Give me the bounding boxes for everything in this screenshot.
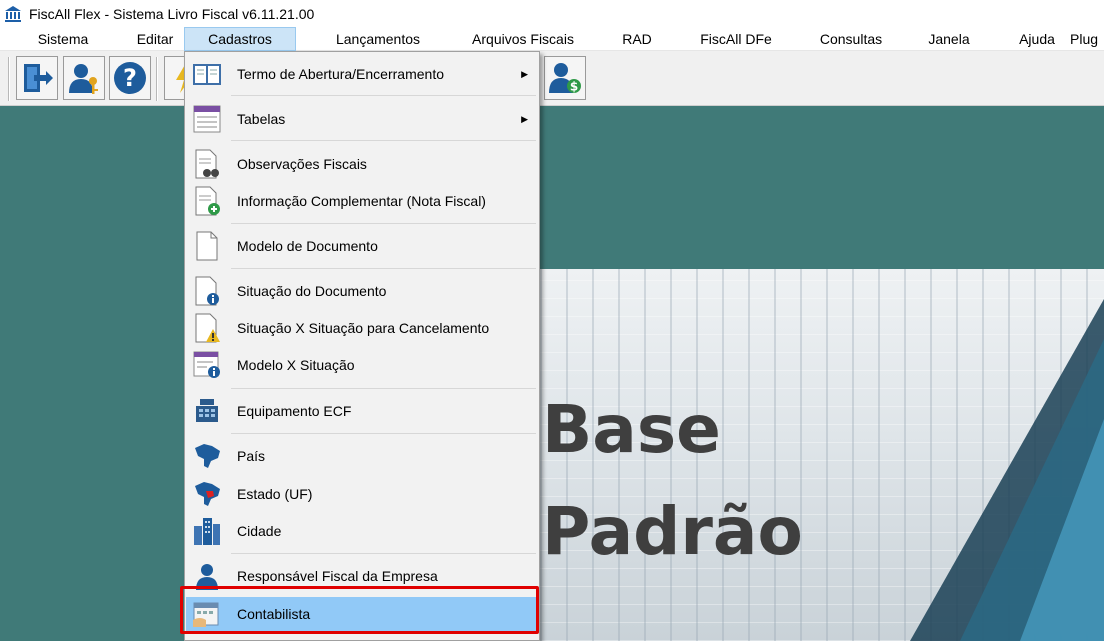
menu-item-label: Observações Fiscais — [237, 156, 367, 172]
menu-item-cidade[interactable]: Cidade — [186, 514, 538, 548]
document-add-icon — [192, 186, 222, 216]
exit-button[interactable] — [16, 56, 58, 100]
menu-ajuda[interactable]: Ajuda — [1008, 27, 1066, 51]
menu-item-label: Termo de Abertura/Encerramento — [237, 66, 444, 82]
menu-bar: Sistema Editar Cadastros Lançamentos Arq… — [0, 27, 1104, 51]
state-map-icon — [192, 479, 222, 509]
city-buildings-icon — [192, 516, 222, 546]
table-info-icon — [192, 350, 222, 380]
menu-item-label: Tabelas — [237, 111, 286, 127]
user-permissions-button[interactable] — [63, 56, 105, 100]
document-info-icon — [192, 276, 222, 306]
user-finance-button[interactable]: $ — [544, 56, 586, 100]
document-warning-icon — [192, 313, 222, 343]
menu-separator — [231, 223, 536, 224]
menu-item-observacoes-fiscais[interactable]: Observações Fiscais — [186, 147, 538, 181]
user-key-icon — [69, 64, 98, 94]
user-money-icon: $ — [549, 63, 581, 94]
menu-arquivos-fiscais[interactable]: Arquivos Fiscais — [458, 27, 588, 51]
menu-fiscall-dfe[interactable]: FiscAll DFe — [688, 27, 784, 51]
menu-item-situacao-documento[interactable]: Situação do Documento — [186, 274, 538, 308]
menu-separator — [231, 140, 536, 141]
banner-title-line2: Padrão — [542, 493, 803, 570]
building-graphic — [910, 299, 1104, 641]
menu-separator — [231, 433, 536, 434]
menu-item-modelo-situacao[interactable]: Modelo X Situação — [186, 348, 538, 382]
cadastros-dropdown-menu: Termo de Abertura/Encerramento ▶ Tabelas… — [184, 51, 540, 641]
title-bar: FiscAll Flex - Sistema Livro Fiscal v6.1… — [0, 0, 1104, 27]
mdi-workspace: Base Padrão — [0, 106, 1104, 641]
menu-item-label: Modelo de Documento — [237, 238, 378, 254]
menu-lancamentos[interactable]: Lançamentos — [320, 27, 436, 51]
menu-item-label: Informação Complementar (Nota Fiscal) — [237, 193, 486, 209]
building-columns-icon — [5, 5, 21, 22]
menu-item-pais[interactable]: País — [186, 439, 538, 473]
menu-separator — [231, 553, 536, 554]
country-map-icon — [192, 441, 222, 471]
menu-item-situacao-cancelamento[interactable]: Situação X Situação para Cancelamento — [186, 311, 538, 345]
menu-separator — [231, 95, 536, 96]
menu-janela[interactable]: Janela — [916, 27, 982, 51]
menu-rad[interactable]: RAD — [608, 27, 666, 51]
menu-plugins[interactable]: Plug — [1070, 27, 1104, 51]
exit-door-icon — [24, 64, 53, 92]
submenu-arrow-icon: ▶ — [521, 68, 528, 79]
menu-separator — [231, 268, 536, 269]
menu-item-label: Equipamento ECF — [237, 403, 352, 419]
submenu-arrow-icon: ▶ — [521, 113, 528, 124]
menu-separator — [231, 388, 536, 389]
svg-text:?: ? — [123, 64, 137, 92]
help-question-icon: ? — [114, 62, 146, 94]
toolbar-separator — [8, 57, 10, 101]
toolbar-separator — [156, 57, 158, 101]
menu-cadastros[interactable]: Cadastros — [184, 27, 296, 51]
menu-item-estado-uf[interactable]: Estado (UF) — [186, 477, 538, 511]
cash-register-icon — [192, 396, 222, 426]
menu-item-label: Modelo X Situação — [237, 357, 355, 373]
menu-sistema[interactable]: Sistema — [28, 27, 98, 51]
menu-item-equipamento-ecf[interactable]: Equipamento ECF — [186, 394, 538, 428]
menu-editar[interactable]: Editar — [124, 27, 186, 51]
menu-item-modelo-documento[interactable]: Modelo de Documento — [186, 229, 538, 263]
menu-consultas[interactable]: Consultas — [806, 27, 896, 51]
open-book-icon — [192, 59, 222, 89]
menu-item-label: Cidade — [237, 523, 282, 539]
toolbar: ? $ — [0, 51, 1104, 106]
menu-item-termo-abertura[interactable]: Termo de Abertura/Encerramento ▶ — [186, 57, 538, 91]
menu-item-tabelas[interactable]: Tabelas ▶ — [186, 102, 538, 136]
menu-item-label: Situação X Situação para Cancelamento — [237, 320, 490, 336]
document-binoculars-icon — [192, 149, 222, 179]
banner-title-line1: Base — [542, 391, 721, 468]
background-banner: Base Padrão — [540, 269, 1104, 641]
svg-text:$: $ — [570, 80, 578, 94]
table-list-icon — [192, 104, 222, 134]
annotation-highlight-box — [180, 586, 539, 634]
help-button[interactable]: ? — [109, 56, 151, 100]
menu-item-label: Estado (UF) — [237, 486, 313, 502]
menu-item-label: Responsável Fiscal da Empresa — [237, 568, 438, 584]
blank-document-icon — [192, 231, 222, 261]
menu-item-informacao-complementar[interactable]: Informação Complementar (Nota Fiscal) — [186, 184, 538, 218]
window-title: FiscAll Flex - Sistema Livro Fiscal v6.1… — [29, 5, 315, 22]
menu-item-label: Situação do Documento — [237, 283, 387, 299]
menu-item-label: País — [237, 448, 266, 464]
